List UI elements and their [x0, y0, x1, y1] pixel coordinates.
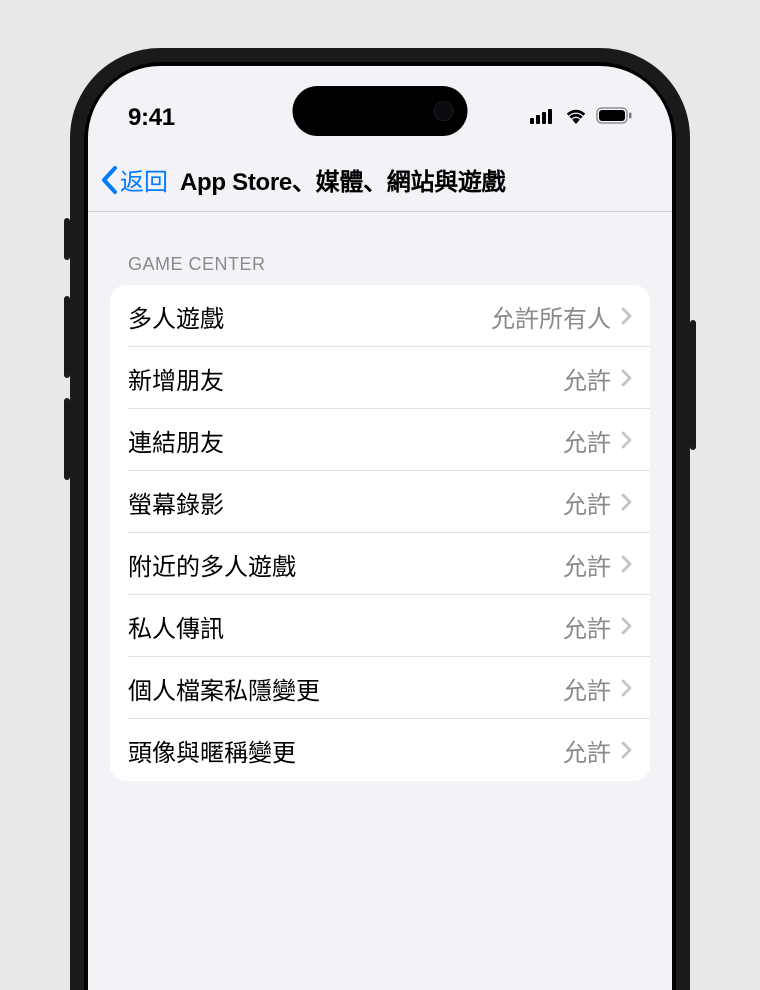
chevron-left-icon — [100, 165, 118, 195]
screen: 9:41 — [88, 66, 672, 990]
silent-switch — [64, 218, 70, 260]
chevron-right-icon — [621, 369, 632, 387]
section-header-game-center: GAME CENTER — [110, 212, 650, 285]
back-button[interactable]: 返回 — [100, 162, 168, 197]
row-label: 多人遊戲 — [128, 299, 491, 334]
row-private-messaging[interactable]: 私人傳訊 允許 — [110, 595, 650, 657]
chevron-right-icon — [621, 555, 632, 573]
back-label: 返回 — [120, 162, 168, 197]
row-avatar-nickname-changes[interactable]: 頭像與暱稱變更 允許 — [110, 719, 650, 781]
row-label: 個人檔案私隱變更 — [128, 671, 563, 706]
content-area: GAME CENTER 多人遊戲 允許所有人 新增朋友 允許 — [88, 212, 672, 781]
row-adding-friends[interactable]: 新增朋友 允許 — [110, 347, 650, 409]
row-label: 附近的多人遊戲 — [128, 547, 563, 582]
chevron-right-icon — [621, 617, 632, 635]
row-label: 私人傳訊 — [128, 609, 563, 644]
row-value: 允許 — [563, 547, 611, 582]
volume-up-button — [64, 296, 70, 378]
row-label: 新增朋友 — [128, 361, 563, 396]
row-label: 頭像與暱稱變更 — [128, 733, 563, 768]
row-value: 允許 — [563, 609, 611, 644]
dynamic-island — [293, 86, 468, 136]
row-value: 允許 — [563, 733, 611, 768]
row-value: 允許 — [563, 361, 611, 396]
chevron-right-icon — [621, 679, 632, 697]
row-nearby-multiplayer[interactable]: 附近的多人遊戲 允許 — [110, 533, 650, 595]
row-connect-friends[interactable]: 連結朋友 允許 — [110, 409, 650, 471]
front-camera — [434, 101, 454, 121]
chevron-right-icon — [621, 493, 632, 511]
nav-bar: 返回 App Store、媒體、網站與遊戲 — [88, 148, 672, 212]
phone-frame: 9:41 — [70, 48, 690, 990]
row-label: 連結朋友 — [128, 423, 563, 458]
row-multiplayer-games[interactable]: 多人遊戲 允許所有人 — [110, 285, 650, 347]
power-button — [690, 320, 696, 450]
settings-group-game-center: 多人遊戲 允許所有人 新增朋友 允許 連結朋友 — [110, 285, 650, 781]
chevron-right-icon — [621, 431, 632, 449]
battery-icon — [596, 107, 632, 129]
row-value: 允許 — [563, 423, 611, 458]
row-profile-privacy-changes[interactable]: 個人檔案私隱變更 允許 — [110, 657, 650, 719]
row-value: 允許 — [563, 671, 611, 706]
row-value: 允許所有人 — [491, 299, 611, 334]
cellular-icon — [530, 108, 556, 129]
row-value: 允許 — [563, 485, 611, 520]
volume-down-button — [64, 398, 70, 480]
page-title: App Store、媒體、網站與遊戲 — [180, 162, 505, 197]
phone-bezel: 9:41 — [84, 62, 676, 990]
status-icons — [530, 107, 632, 129]
chevron-right-icon — [621, 741, 632, 759]
wifi-icon — [564, 107, 588, 129]
chevron-right-icon — [621, 307, 632, 325]
row-screen-recording[interactable]: 螢幕錄影 允許 — [110, 471, 650, 533]
status-time: 9:41 — [128, 104, 175, 132]
row-label: 螢幕錄影 — [128, 485, 563, 520]
